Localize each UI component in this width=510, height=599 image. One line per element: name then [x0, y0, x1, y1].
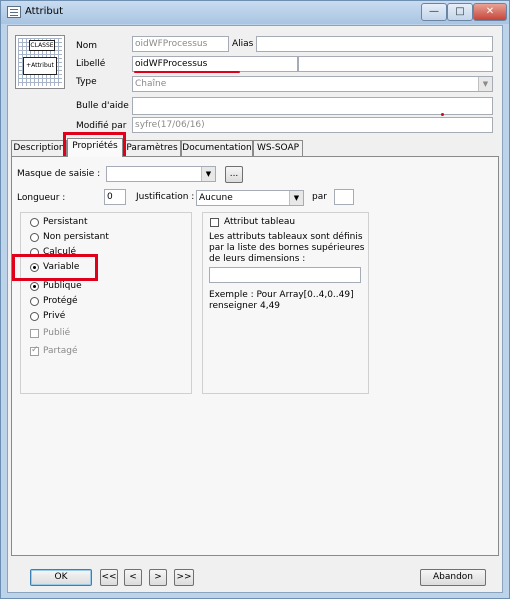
- type-select[interactable]: Chaîne ▼: [132, 76, 493, 92]
- dialog-client-area: CLASSE +Attribut Nom oidWFProcessus Alia…: [7, 25, 503, 593]
- red-underline-annotation: [134, 71, 240, 73]
- abandon-button[interactable]: Abandon: [420, 569, 486, 586]
- libelle-extra-field[interactable]: [298, 56, 493, 72]
- partage-label: Partagé: [43, 346, 78, 356]
- dialog-window: Attribut — □ ✕ CLASSE +Attribut Nom oidW…: [0, 0, 510, 599]
- class-box-label: CLASSE: [29, 40, 55, 51]
- tab-ws-soap[interactable]: WS-SOAP: [253, 140, 303, 157]
- chevron-down-icon[interactable]: ▼: [289, 191, 303, 205]
- masque-browse-button[interactable]: ...: [225, 166, 243, 183]
- tab-documentation[interactable]: Documentation: [181, 140, 253, 157]
- masque-select[interactable]: ▼: [106, 166, 216, 182]
- publique-radio[interactable]: [30, 282, 39, 291]
- longueur-field[interactable]: 0: [104, 189, 126, 205]
- alias-label: Alias: [232, 39, 254, 49]
- tab-description[interactable]: Description: [11, 140, 67, 157]
- window-icon: [7, 6, 21, 18]
- alias-field[interactable]: [256, 36, 493, 52]
- protege-radio[interactable]: [30, 297, 39, 306]
- next-record-button[interactable]: >: [149, 569, 167, 586]
- tab-parametres[interactable]: Paramètres: [123, 140, 181, 157]
- window-title: Attribut: [25, 6, 64, 17]
- modifie-par-field: syfre(17/06/16): [132, 117, 493, 133]
- previous-record-button[interactable]: <: [124, 569, 142, 586]
- nom-field[interactable]: oidWFProcessus: [132, 36, 229, 52]
- publie-label: Publié: [43, 328, 71, 338]
- longueur-label: Longueur :: [17, 193, 66, 203]
- tab-proprietes[interactable]: Propriétés: [67, 138, 123, 157]
- exemple-text: Exemple : Pour Array[0..4,0..49] renseig…: [209, 290, 354, 311]
- red-dot-annotation: [441, 113, 444, 116]
- nom-label: Nom: [76, 41, 98, 51]
- attribut-tableau-label: Attribut tableau: [224, 217, 296, 227]
- publique-label: Publique: [43, 281, 82, 291]
- dimensions-field[interactable]: [209, 267, 361, 283]
- publie-checkbox[interactable]: [30, 329, 39, 338]
- justification-value: Aucune: [199, 193, 233, 203]
- non-persistant-label: Non persistant: [43, 232, 109, 242]
- ok-button[interactable]: OK: [30, 569, 92, 586]
- masque-label: Masque de saisie :: [17, 169, 101, 179]
- non-persistant-radio[interactable]: [30, 233, 39, 242]
- last-record-button[interactable]: >>: [174, 569, 194, 586]
- partage-checkbox[interactable]: [30, 345, 39, 356]
- bulle-aide-label: Bulle d'aide: [76, 101, 129, 111]
- proprietes-panel: Masque de saisie : ▼ ... Longueur : 0 Ju…: [11, 156, 499, 556]
- libelle-field[interactable]: oidWFProcessus: [132, 56, 298, 72]
- libelle-label: Libellé: [76, 59, 106, 69]
- close-button[interactable]: ✕: [473, 3, 507, 21]
- persistant-radio[interactable]: [30, 218, 39, 227]
- prive-radio[interactable]: [30, 312, 39, 321]
- attribut-tableau-group: Attribut tableau Les attributs tableaux …: [202, 212, 369, 394]
- type-label: Type: [76, 77, 97, 87]
- first-record-button[interactable]: <<: [100, 569, 118, 586]
- justification-label: Justification :: [136, 192, 195, 202]
- par-label: par: [312, 192, 327, 202]
- title-bar[interactable]: Attribut — □ ✕: [1, 1, 509, 24]
- chevron-down-icon[interactable]: ▼: [201, 167, 215, 181]
- persistant-label: Persistant: [43, 217, 88, 227]
- type-value: Chaîne: [135, 79, 167, 89]
- attribut-tableau-description: Les attributs tableaux sont définis par …: [209, 232, 365, 264]
- chevron-down-icon[interactable]: ▼: [478, 77, 492, 91]
- protege-label: Protégé: [43, 296, 78, 306]
- attribute-box-label: +Attribut: [23, 57, 57, 75]
- class-attribute-icon: CLASSE +Attribut: [15, 35, 65, 89]
- attribut-tableau-checkbox[interactable]: [210, 218, 219, 227]
- par-field[interactable]: [334, 189, 354, 205]
- bulle-aide-field[interactable]: [132, 97, 493, 115]
- red-box-annotation-variable: [12, 254, 98, 281]
- minimize-button[interactable]: —: [421, 3, 447, 21]
- persistance-group: Persistant Non persistant Calculé Variab…: [20, 212, 192, 394]
- prive-label: Privé: [43, 311, 66, 321]
- maximize-button[interactable]: □: [447, 3, 473, 21]
- modifie-par-label: Modifié par: [76, 121, 127, 131]
- justification-select[interactable]: Aucune ▼: [196, 190, 304, 206]
